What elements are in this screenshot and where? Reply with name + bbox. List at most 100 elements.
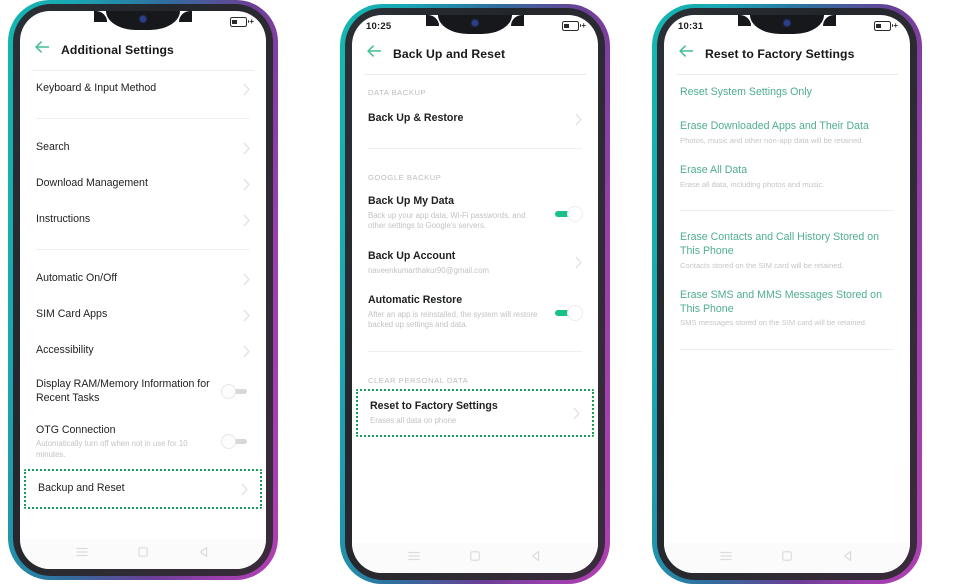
list-item-text: Keyboard & Input Method bbox=[36, 82, 242, 96]
navigation-bar bbox=[20, 539, 266, 569]
navigation-bar bbox=[664, 543, 910, 573]
chevron-right-icon bbox=[243, 214, 250, 226]
list-item-erase-sms-and-mms-messages-stored-on-this-phon[interactable]: Erase SMS and MMS Messages Stored on Thi… bbox=[664, 280, 910, 338]
list-item-title: Erase All Data bbox=[680, 164, 748, 177]
back-triangle-icon[interactable] bbox=[529, 549, 543, 563]
nav-recents-button[interactable] bbox=[75, 545, 89, 564]
list-item-text: Back Up My Data Back up your app data, Wi… bbox=[368, 195, 553, 232]
list-item-erase-all-data[interactable]: Erase All Data Erase all data, including … bbox=[664, 155, 910, 199]
app-bar: Reset to Factory Settings bbox=[664, 37, 910, 74]
list-item-subtitle: After an app is reinstalled, the system … bbox=[368, 309, 538, 330]
list-item-accessibility[interactable]: Accessibility bbox=[20, 333, 266, 369]
battery-plus-icon: + bbox=[893, 21, 898, 30]
back-button[interactable] bbox=[678, 44, 695, 63]
home-icon[interactable] bbox=[780, 549, 794, 563]
list-item-erase-downloaded-apps-and-their-data[interactable]: Erase Downloaded Apps and Their Data Phot… bbox=[664, 111, 910, 155]
list-item-text: Erase All Data Erase all data, including … bbox=[680, 164, 895, 190]
screenshot-stage: + Additional Settings Keyboard & Input Met… bbox=[0, 0, 960, 584]
nav-recents-button[interactable] bbox=[719, 549, 733, 568]
back-triangle-icon[interactable] bbox=[841, 549, 855, 563]
list-item-subtitle: Erases all data on phone bbox=[370, 415, 457, 425]
list-item-reset-system-settings-only[interactable]: Reset System Settings Only bbox=[664, 75, 910, 111]
page-title: Reset to Factory Settings bbox=[705, 46, 855, 61]
list-item-title: Automatic Restore bbox=[368, 294, 463, 307]
toggle-knob bbox=[567, 304, 583, 321]
list-item-title: Erase SMS and MMS Messages Stored on Thi… bbox=[680, 288, 882, 315]
home-icon[interactable] bbox=[136, 545, 150, 559]
list-item-keyboard-input-method[interactable]: Keyboard & Input Method bbox=[20, 71, 266, 107]
phone-additional-settings: + Additional Settings Keyboard & Input Met… bbox=[8, 0, 278, 580]
list-item-sim-card-apps[interactable]: SIM Card Apps bbox=[20, 297, 266, 333]
home-icon[interactable] bbox=[468, 549, 482, 563]
phone-screen: 10:31 + Reset to Factory Settings Reset Sys… bbox=[664, 15, 910, 573]
list-item-title: Automatic On/Off bbox=[36, 272, 118, 285]
menu-icon[interactable] bbox=[75, 545, 89, 559]
list-item-back-up-my-data[interactable]: Back Up My Data Back up your app data, Wi… bbox=[352, 186, 598, 241]
otg-connection-toggle[interactable] bbox=[221, 434, 251, 450]
list-item-automatic-on-off[interactable]: Automatic On/Off bbox=[20, 261, 266, 297]
menu-icon[interactable] bbox=[719, 549, 733, 563]
status-bar: + bbox=[20, 11, 266, 33]
nav-back-button[interactable] bbox=[841, 549, 855, 568]
list-item-display-ram-memory-information-for-recent-task[interactable]: Display RAM/Memory Information for Recen… bbox=[20, 369, 266, 415]
back-button[interactable] bbox=[34, 40, 51, 59]
nav-recents-button[interactable] bbox=[407, 549, 421, 568]
automatic-restore-toggle[interactable] bbox=[553, 304, 583, 321]
settings-list: Keyboard & Input Method Search Download Ma… bbox=[20, 71, 266, 543]
section-label-clear-personal-data: CLEAR PERSONAL DATA bbox=[368, 375, 469, 385]
list-item-title: Reset System Settings Only bbox=[680, 86, 812, 99]
list-item-subtitle: naveenkumarthakur90@gmail.com bbox=[368, 265, 490, 275]
status-time: 10:31 bbox=[678, 20, 704, 32]
nav-back-button[interactable] bbox=[529, 549, 543, 568]
back-up-my-data-toggle[interactable] bbox=[553, 205, 583, 222]
section-label-data-backup: DATA BACKUP bbox=[368, 88, 427, 97]
phone-screen: 10:25 + Back Up and Reset DATA BACKUP Back U… bbox=[352, 15, 598, 573]
list-item-title: Search bbox=[36, 141, 70, 154]
list-item-text: Automatic Restore After an app is reinsta… bbox=[368, 294, 553, 331]
display-ram-memory-information-for-recent-task-toggle[interactable] bbox=[221, 384, 251, 400]
list-item-download-management[interactable]: Download Management bbox=[20, 166, 266, 202]
chevron-right-icon bbox=[575, 257, 582, 269]
back-triangle-icon[interactable] bbox=[197, 545, 211, 559]
battery-plus-icon: + bbox=[249, 17, 254, 26]
status-bar: 10:31 + bbox=[664, 15, 910, 37]
list-item-title: Keyboard & Input Method bbox=[36, 82, 157, 95]
back-button[interactable] bbox=[366, 44, 383, 63]
chevron-right-icon bbox=[243, 345, 250, 357]
phone-reset-to-factory-settings: 10:31 + Reset to Factory Settings Reset Sys… bbox=[652, 4, 922, 584]
list-item-text: OTG Connection Automatically turn off whe… bbox=[36, 424, 221, 461]
list-item-text: SIM Card Apps bbox=[36, 308, 242, 322]
list-item-instructions[interactable]: Instructions bbox=[20, 202, 266, 238]
list-item-backup-and-reset[interactable]: Backup and Reset bbox=[24, 469, 262, 510]
list-item-title: Display RAM/Memory Information for Recen… bbox=[36, 378, 210, 404]
nav-back-button[interactable] bbox=[197, 545, 211, 564]
list-item-back-up-account[interactable]: Back Up Account naveenkumarthakur90@gmail… bbox=[352, 241, 598, 285]
nav-home-button[interactable] bbox=[468, 549, 482, 568]
chevron-right-icon bbox=[243, 273, 250, 285]
list-item-subtitle: SMS messages stored on the SIM card will… bbox=[680, 318, 867, 328]
menu-icon[interactable] bbox=[407, 549, 421, 563]
battery-icon bbox=[562, 21, 582, 31]
list-item-text: Display RAM/Memory Information for Recen… bbox=[36, 378, 221, 406]
page-title: Additional Settings bbox=[61, 42, 174, 57]
status-time: 10:25 bbox=[366, 20, 392, 32]
nav-home-button[interactable] bbox=[780, 549, 794, 568]
list-item-text: Erase Downloaded Apps and Their Data Phot… bbox=[680, 120, 895, 146]
list-item-erase-contacts-and-call-history-stored-on-this[interactable]: Erase Contacts and Call History Stored o… bbox=[664, 222, 910, 280]
chevron-right-icon bbox=[575, 113, 582, 125]
settings-list: DATA BACKUP Back Up & Restore GOOGLE BACKU… bbox=[352, 75, 598, 547]
list-item-otg-connection[interactable]: OTG Connection Automatically turn off whe… bbox=[20, 415, 266, 470]
nav-home-button[interactable] bbox=[136, 545, 150, 564]
status-bar: 10:25 + bbox=[352, 15, 598, 37]
list-item-title: Download Management bbox=[36, 177, 148, 190]
list-item-text: Reset System Settings Only bbox=[680, 86, 895, 100]
chevron-right-icon bbox=[243, 178, 250, 190]
list-divider bbox=[36, 249, 250, 250]
status-icons: + bbox=[230, 17, 254, 27]
list-item-automatic-restore[interactable]: Automatic Restore After an app is reinsta… bbox=[352, 285, 598, 340]
list-item-reset-to-factory-settings[interactable]: Reset to Factory Settings Erases all data… bbox=[356, 388, 594, 438]
list-divider bbox=[368, 148, 582, 149]
list-item-title: Erase Contacts and Call History Stored o… bbox=[680, 231, 880, 257]
list-item-back-up-restore[interactable]: Back Up & Restore bbox=[352, 101, 598, 137]
list-item-search[interactable]: Search bbox=[20, 130, 266, 166]
